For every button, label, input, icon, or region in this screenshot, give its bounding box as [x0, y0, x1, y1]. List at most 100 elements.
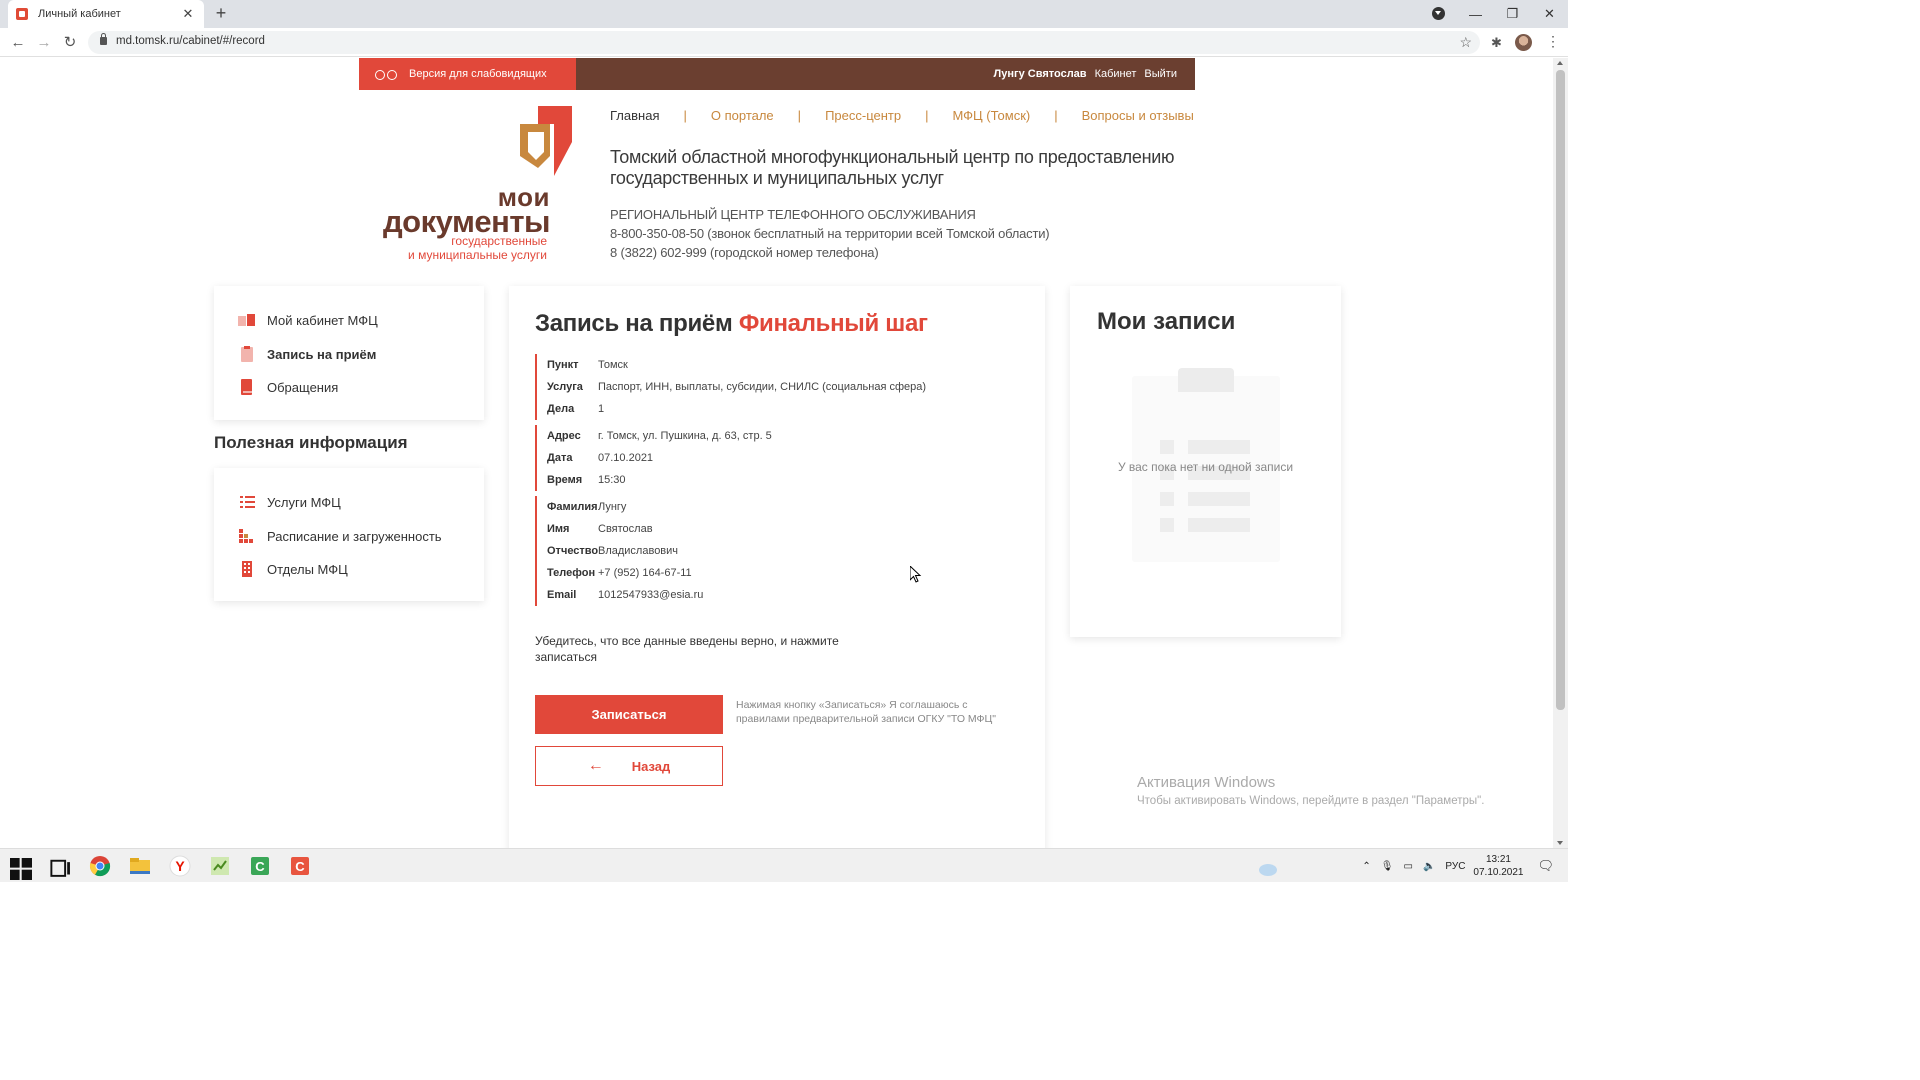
submit-record-button[interactable]: Записаться	[535, 695, 723, 734]
sidebar-menu: Мой кабинет МФЦ Запись на приём Обращени…	[214, 286, 484, 420]
detail-value: г. Томск, ул. Пушкина, д. 63, стр. 5	[598, 430, 772, 442]
network-icon[interactable]: ▭	[1403, 861, 1412, 872]
call-center-label: РЕГИОНАЛЬНЫЙ ЦЕНТР ТЕЛЕФОННОГО ОБСЛУЖИВА…	[610, 207, 976, 222]
low-vision-label: Версия для слабовидящих	[409, 68, 547, 80]
user-name: Лунгу Святослав	[993, 68, 1087, 80]
nav-separator: |	[925, 108, 929, 123]
nav-separator: |	[797, 108, 802, 123]
url-text[interactable]: md.tomsk.ru/cabinet/#/record	[116, 35, 265, 47]
sidebar-item-departments[interactable]: Отделы МФЦ	[238, 561, 348, 577]
folder-icon	[238, 379, 256, 395]
nav-mfc-tomsk[interactable]: МФЦ (Томск)	[952, 108, 1030, 123]
user-links: Лунгу Святослав Кабинет Выйти	[994, 58, 1177, 90]
browser-toolbar: ← → ↻ md.tomsk.ru/cabinet/#/record ☆	[0, 28, 1568, 57]
nav-home[interactable]: Главная	[610, 108, 659, 123]
task-view-icon[interactable]	[50, 858, 72, 880]
back-label: Назад	[631, 758, 671, 774]
nav-feedback[interactable]: Вопросы и отзывы	[1082, 108, 1194, 123]
bookmark-star-icon[interactable]: ☆	[1459, 34, 1472, 51]
file-explorer-icon[interactable]	[129, 855, 151, 877]
submit-record-label: Записаться	[591, 707, 667, 722]
detail-row: Имя Святослав	[537, 518, 703, 540]
page-title-step: Финальный шаг	[738, 310, 928, 337]
logout-link[interactable]: Выйти	[1144, 68, 1177, 80]
center-title: Томский областной многофункциональный це…	[610, 147, 1175, 188]
useful-info-menu: Услуги МФЦ Расписание и загруженность От…	[214, 468, 484, 601]
detail-value: 15:30	[598, 474, 626, 486]
windows-activation-watermark: Активация Windows Чтобы активировать Win…	[1137, 774, 1484, 807]
scrollbar-thumb[interactable]	[1556, 70, 1565, 710]
address-bar[interactable]: md.tomsk.ru/cabinet/#/record ☆	[88, 31, 1480, 54]
detail-row: Дела 1	[537, 398, 926, 420]
detail-value: 1012547933@esia.ru	[598, 589, 704, 601]
sidebar-item-schedule[interactable]: Расписание и загруженность	[238, 528, 442, 544]
page-title-text: Запись на приём	[535, 310, 733, 337]
minimize-icon[interactable]: —	[1457, 7, 1494, 22]
mfc-logo[interactable]: мои документы государственные и муниципа…	[362, 106, 572, 266]
sidebar-item-cabinet[interactable]: Мой кабинет МФЦ	[238, 312, 378, 328]
main-nav: Главная | О портале | Пресс-центр | МФЦ …	[610, 108, 1194, 123]
yandex-browser-icon[interactable]: Y	[169, 855, 191, 877]
taskbar-clock[interactable]: 13:21 07.10.2021	[1473, 853, 1523, 879]
page-viewport: Версия для слабовидящих Лунгу Святослав …	[0, 58, 1553, 848]
nav-separator: |	[1054, 108, 1058, 123]
green-app-icon[interactable]: C	[249, 855, 271, 877]
page-scrollbar[interactable]	[1553, 58, 1568, 848]
building-icon	[238, 561, 256, 577]
reload-icon[interactable]: ↻	[60, 33, 80, 53]
chrome-taskbar-icon[interactable]	[89, 855, 111, 877]
sidebar-item-record[interactable]: Запись на приём	[238, 346, 376, 362]
book-icon	[238, 312, 256, 328]
mfc-logo-mark-icon	[520, 106, 572, 176]
top-strip: Версия для слабовидящих Лунгу Святослав …	[359, 58, 1195, 90]
windows-start-icon[interactable]	[10, 858, 32, 880]
detail-row: Время 15:30	[537, 469, 772, 491]
detail-key: Услуга	[547, 381, 583, 393]
phone-city: 8 (3822) 602-999 (городской номер телефо…	[610, 245, 879, 260]
nav-press[interactable]: Пресс-центр	[825, 108, 901, 123]
browser-menu-icon[interactable]: ⋮	[1546, 33, 1560, 50]
low-vision-version-button[interactable]: Версия для слабовидящих	[359, 58, 576, 90]
restore-icon[interactable]: ❐	[1494, 6, 1531, 22]
weather-cloud-icon[interactable]	[1256, 858, 1278, 880]
confirm-text: Убедитесь, что все данные введены верно,…	[535, 634, 839, 664]
detail-key: Время	[547, 474, 583, 486]
red-app-icon[interactable]: C	[289, 855, 311, 877]
forward-arrow-icon[interactable]: →	[34, 33, 54, 53]
detail-row: Адрес г. Томск, ул. Пушкина, д. 63, стр. …	[537, 425, 772, 447]
browser-tab[interactable]: Личный кабинет ✕	[8, 0, 204, 28]
profile-avatar[interactable]	[1515, 34, 1532, 51]
glasses-icon	[375, 69, 397, 80]
sidebar-item-appeals[interactable]: Обращения	[238, 379, 338, 395]
detail-key: Отчество	[547, 545, 599, 557]
back-arrow-icon[interactable]: ←	[8, 33, 28, 53]
activation-title: Активация Windows	[1137, 774, 1276, 791]
phone-free: 8-800-350-08-50 (звонок бесплатный на те…	[610, 226, 1050, 241]
svg-text:C: C	[255, 859, 265, 874]
sidebar-item-services[interactable]: Услуги МФЦ	[238, 494, 341, 510]
microphone-icon[interactable]: 🎙	[1381, 861, 1394, 872]
agreement-note: Нажимая кнопку «Записаться» Я соглашаюсь…	[736, 699, 997, 725]
detail-key: Дела	[547, 403, 575, 415]
volume-icon[interactable]: 🔈	[1423, 861, 1435, 872]
back-button[interactable]: ← Назад	[535, 746, 723, 786]
lock-icon[interactable]	[100, 33, 107, 45]
details-group-time: Адрес г. Томск, ул. Пушкина, д. 63, стр. …	[535, 425, 772, 491]
notes-app-icon[interactable]	[209, 855, 231, 877]
window-close-icon[interactable]: ✕	[1531, 6, 1568, 22]
window-controls: — ❐ ✕	[1457, 0, 1568, 28]
tray-chevron-up-icon[interactable]: ⌃	[1362, 861, 1370, 872]
tab-close-icon[interactable]: ✕	[180, 6, 196, 22]
detail-key: Дата	[547, 452, 573, 464]
detail-key: Пункт	[547, 359, 579, 371]
chrome-profile-menu-icon[interactable]	[1432, 7, 1445, 20]
notifications-icon[interactable]: 🗨	[1537, 858, 1554, 874]
language-indicator[interactable]: РУС	[1445, 861, 1465, 872]
cabinet-link[interactable]: Кабинет	[1095, 68, 1137, 80]
nav-about[interactable]: О портале	[711, 108, 774, 123]
new-tab-icon[interactable]: +	[212, 4, 230, 22]
useful-info-title: Полезная информация	[214, 433, 408, 452]
page-title: Запись на приём Финальный шаг	[535, 310, 928, 338]
detail-row: Фамилия Лунгу	[537, 496, 703, 518]
extensions-puzzle-icon[interactable]: ✱	[1491, 35, 1502, 51]
